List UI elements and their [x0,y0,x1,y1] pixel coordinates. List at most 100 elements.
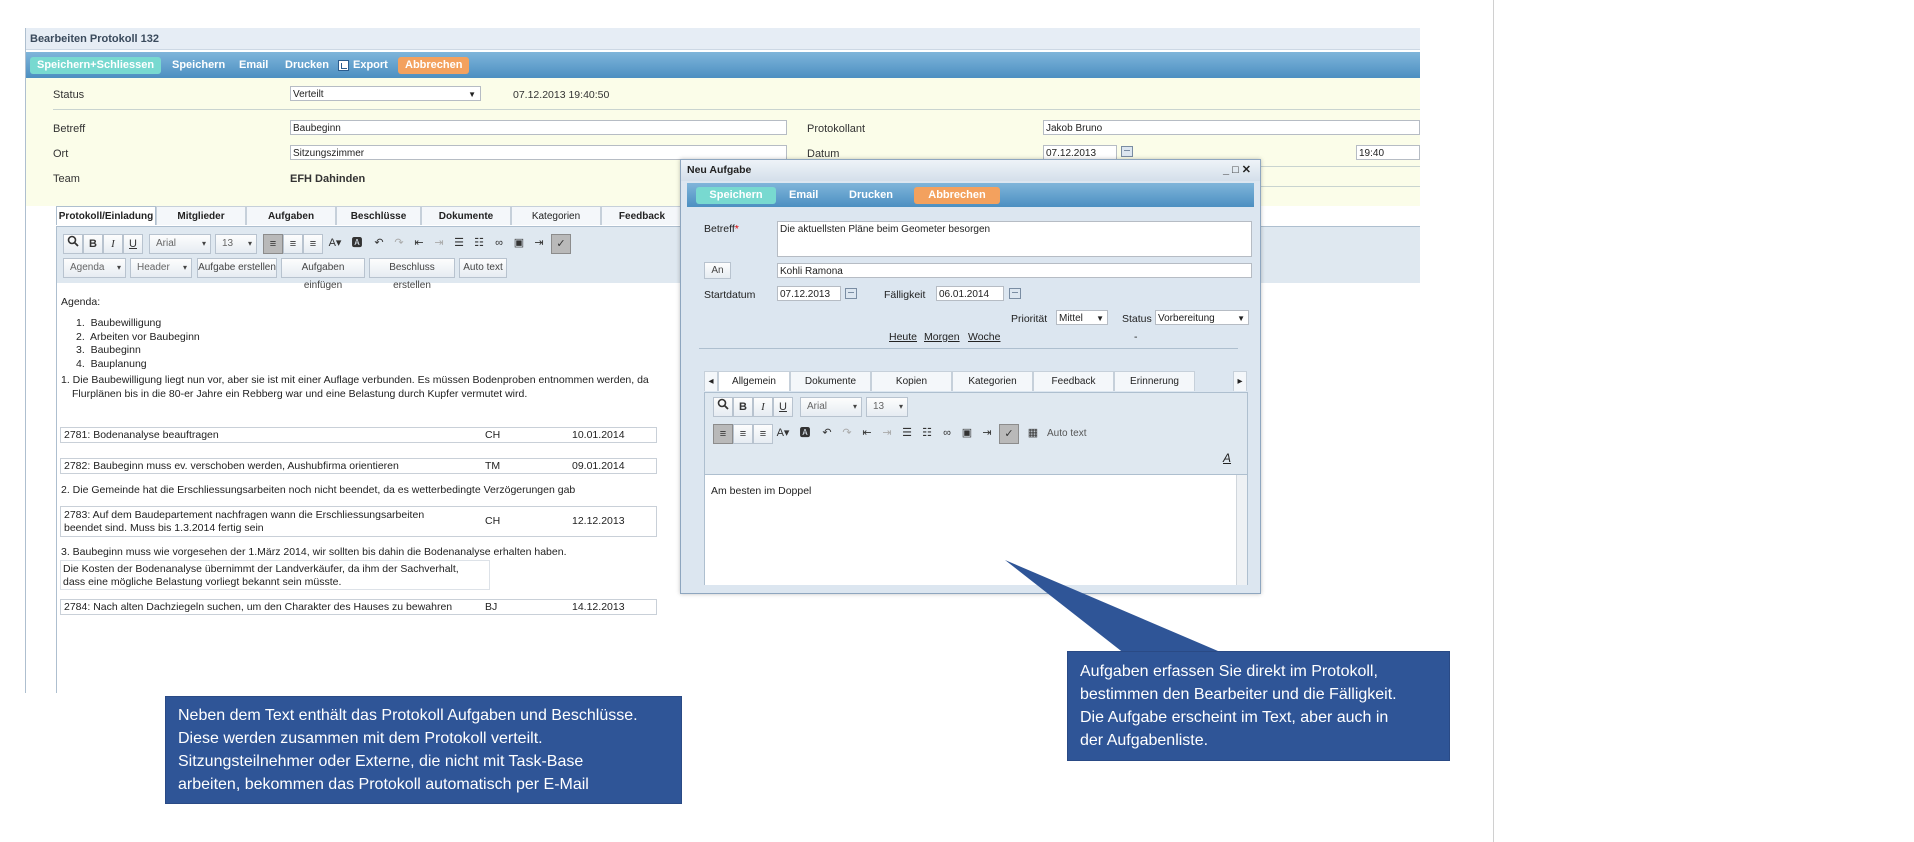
tab-decisions[interactable]: Beschlüsse [336,206,421,225]
indent-icon[interactable]: ⇥ [429,234,449,254]
due-date-input[interactable]: 06.01.2014 [936,286,1004,301]
task-row[interactable]: 2782: Baubeginn muss ev. verschoben werd… [60,458,657,474]
tab-documents[interactable]: Dokumente [790,371,871,391]
tab-categories[interactable]: Kategorien [511,206,601,225]
numbered-list-icon[interactable]: ☷ [917,424,937,444]
size-select[interactable]: 13 ▾ [215,234,257,254]
cancel-button[interactable]: Abbrechen [398,57,470,74]
status-select[interactable]: Vorbereitung ▼ [1155,310,1249,325]
highlight-icon[interactable]: 🅰 [795,424,815,444]
numbered-list-icon[interactable]: ☷ [469,234,489,254]
today-link[interactable]: Heute [889,331,917,343]
outdent-icon[interactable]: ⇤ [857,424,877,444]
paste-icon[interactable]: ▣ [957,424,977,444]
email-button[interactable]: Email [232,57,275,74]
dialog-subject-input[interactable]: Die aktuellsten Pläne beim Geometer beso… [777,221,1252,257]
auto-text-button[interactable]: Auto text [459,258,507,278]
task-row[interactable]: 2784: Nach alten Dachziegeln suchen, um … [60,599,657,615]
calendar-icon[interactable] [1121,146,1133,157]
priority-select[interactable]: Mittel ▼ [1056,310,1108,325]
tab-reminder[interactable]: Erinnerung [1114,371,1195,391]
tab-documents[interactable]: Dokumente [421,206,511,225]
undo-icon[interactable]: ↶ [817,424,837,444]
italic-icon[interactable]: I [103,234,123,254]
tab-feedback[interactable]: Feedback [1033,371,1114,391]
outdent-icon[interactable]: ⇤ [409,234,429,254]
author-input[interactable]: Jakob Bruno [1043,120,1420,135]
font-select[interactable]: Arial ▾ [800,397,862,417]
dialog-email-button[interactable]: Email [782,187,825,204]
create-task-button[interactable]: Aufgabe erstellen [197,258,277,278]
table-icon[interactable]: ▦ [1023,424,1043,444]
size-select[interactable]: 13 ▾ [866,397,908,417]
bold-icon[interactable]: B [733,397,753,417]
calendar-icon[interactable] [845,288,857,299]
tomorrow-link[interactable]: Morgen [924,331,960,343]
align-left-icon[interactable]: ≡ [263,234,283,254]
redo-icon[interactable]: ↷ [837,424,857,444]
tab-scroll-right-icon[interactable]: ▸ [1233,371,1247,391]
tab-general[interactable]: Allgemein [718,371,790,391]
maximize-icon[interactable]: □ [1232,164,1242,176]
week-link[interactable]: Woche [968,331,1001,343]
bullet-list-icon[interactable]: ☰ [449,234,469,254]
align-center-icon[interactable]: ≡ [733,424,753,444]
save-close-button[interactable]: Speichern+Schliessen [30,57,162,74]
decision-row[interactable]: Die Kosten der Bodenanalyse übernimmt de… [60,560,490,590]
underline-icon[interactable]: U [773,397,793,417]
print-button[interactable]: Drucken [278,57,336,74]
tab-scroll-left-icon[interactable]: ◂ [704,371,718,391]
assignee-input[interactable]: Kohli Ramona [777,263,1252,278]
export-button[interactable]: Export [346,57,395,74]
font-color-icon[interactable]: A▾ [325,234,345,254]
calendar-icon[interactable] [1009,288,1021,299]
align-left-icon[interactable]: ≡ [713,424,733,444]
search-icon[interactable] [63,234,83,254]
auto-text-button[interactable]: Auto text [1047,428,1086,439]
insert-icon[interactable]: ⇥ [529,234,549,254]
link-icon[interactable]: ∞ [937,424,957,444]
spellcheck-icon[interactable]: ✓ [551,234,571,254]
link-icon[interactable]: ∞ [489,234,509,254]
redo-icon[interactable]: ↷ [389,234,409,254]
tab-protocol[interactable]: Protokoll/Einladung [56,206,156,225]
clear-format-icon[interactable]: A [1223,451,1231,465]
dialog-cancel-button[interactable]: Abbrechen [914,187,1000,204]
status-select[interactable]: Verteilt ▼ [290,86,481,101]
search-icon[interactable] [713,397,733,417]
tab-categories[interactable]: Kategorien [952,371,1033,391]
create-decision-button[interactable]: Beschluss erstellen [369,258,455,291]
task-row[interactable]: 2783: Auf dem Baudepartement nachfragen … [60,506,657,537]
font-select[interactable]: Arial ▾ [149,234,211,254]
align-right-icon[interactable]: ≡ [753,424,773,444]
dialog-save-button[interactable]: Speichern [696,187,776,204]
bullet-list-icon[interactable]: ☰ [897,424,917,444]
to-button[interactable]: An [704,262,731,279]
agenda-dropdown[interactable]: Agenda ▾ [63,258,126,278]
tab-copies[interactable]: Kopien [871,371,952,391]
font-color-icon[interactable]: A▾ [773,424,793,444]
undo-icon[interactable]: ↶ [369,234,389,254]
highlight-icon[interactable]: 🅰 [347,234,367,254]
underline-icon[interactable]: U [123,234,143,254]
italic-icon[interactable]: I [753,397,773,417]
close-icon[interactable]: ✕ [1242,164,1254,176]
align-center-icon[interactable]: ≡ [283,234,303,254]
time-input[interactable]: 19:40 [1356,145,1420,160]
bold-icon[interactable]: B [83,234,103,254]
header-dropdown[interactable]: Header ▾ [130,258,192,278]
insert-tasks-button[interactable]: Aufgaben einfügen [281,258,365,291]
save-button[interactable]: Speichern [165,57,232,74]
minimize-icon[interactable]: _ [1223,164,1232,176]
align-right-icon[interactable]: ≡ [303,234,323,254]
indent-icon[interactable]: ⇥ [877,424,897,444]
dialog-print-button[interactable]: Drucken [842,187,900,204]
tab-feedback[interactable]: Feedback [601,206,683,225]
insert-icon[interactable]: ⇥ [977,424,997,444]
subject-input[interactable]: Baubeginn [290,120,787,135]
tab-members[interactable]: Mitglieder [156,206,246,225]
task-row[interactable]: 2781: Bodenanalyse beauftragen CH 10.01.20… [60,427,657,443]
start-date-input[interactable]: 07.12.2013 [777,286,841,301]
spellcheck-icon[interactable]: ✓ [999,424,1019,444]
paste-icon[interactable]: ▣ [509,234,529,254]
